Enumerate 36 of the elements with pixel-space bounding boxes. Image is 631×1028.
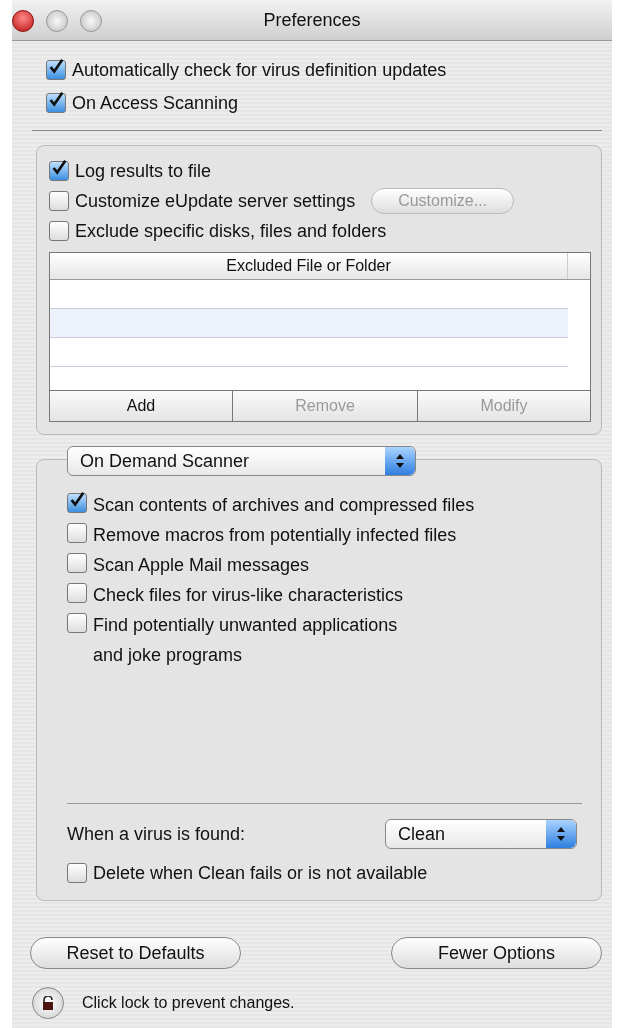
popup-arrows-icon [546, 820, 576, 848]
checkbox-label: Remove macros from potentially infected files [93, 524, 457, 547]
padlock-icon[interactable] [32, 987, 64, 1019]
minimize-icon[interactable] [46, 10, 68, 32]
checkbox-label: Check files for virus-like characteristics [93, 584, 404, 607]
checkbox[interactable] [67, 583, 87, 603]
checkbox-label: Exclude specific disks, files and folders [75, 220, 387, 242]
checkbox[interactable] [67, 523, 87, 543]
checkbox-label: Find potentially unwanted applications and joke programs [93, 614, 398, 667]
push-button[interactable]: Reset to Defaults [30, 937, 241, 969]
checkbox-label: Delete when Clean fails or is not available [93, 862, 428, 884]
checkbox[interactable] [67, 613, 87, 633]
checkbox-label: Log results to file [75, 160, 212, 182]
checkbox[interactable] [46, 93, 66, 113]
close-icon[interactable] [12, 10, 34, 32]
checkbox[interactable] [46, 60, 66, 80]
scanner-popup[interactable]: On Demand Scanner [67, 446, 416, 476]
push-button[interactable]: Fewer Options [391, 937, 602, 969]
action-popup[interactable]: Clean [385, 819, 577, 849]
checkbox-label: On Access Scanning [72, 92, 239, 114]
table-button[interactable]: Add [50, 391, 233, 421]
checkbox-label: Automatically check for virus definition updates [72, 59, 447, 81]
checkbox[interactable] [67, 493, 87, 513]
checkbox-label: Customize eUpdate server settings [75, 190, 356, 212]
checkbox[interactable] [49, 161, 69, 181]
checkbox[interactable] [67, 553, 87, 573]
checkbox[interactable] [49, 221, 69, 241]
popup-arrows-icon [385, 447, 415, 475]
zoom-icon[interactable] [80, 10, 102, 32]
action-label: When a virus is found: [67, 823, 246, 845]
window-title: Preferences [263, 9, 361, 31]
checkbox-label: Scan Apple Mail messages [93, 554, 310, 577]
checkbox-label: Scan contents of archives and compressed files [93, 494, 475, 517]
lock-hint: Click lock to prevent changes. [82, 994, 295, 1012]
checkbox[interactable] [49, 191, 69, 211]
checkbox[interactable] [67, 863, 87, 883]
